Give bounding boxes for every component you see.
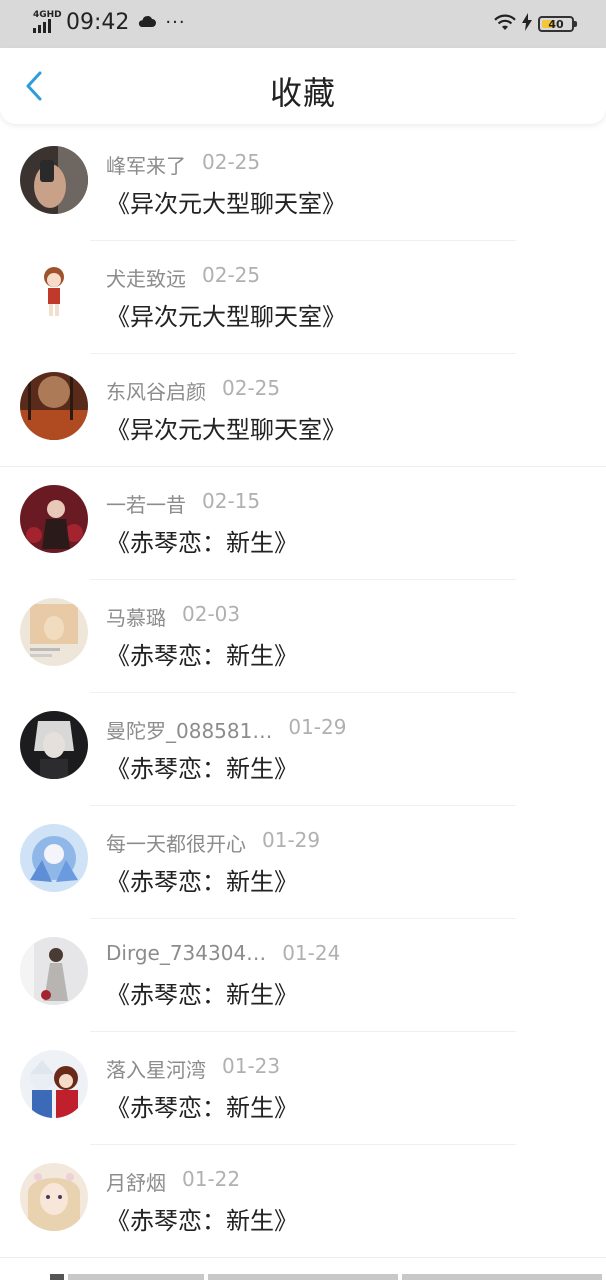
author-name: 一若一昔	[106, 493, 186, 517]
avatar	[20, 1163, 88, 1231]
navigation-bar: 收藏	[0, 48, 606, 124]
avatar	[20, 372, 88, 440]
timestamp: 01-29	[262, 828, 321, 852]
favorites-list: 峰军来了 02-25 《异次元大型聊天室》 犬走致远 02-25 《异次元大型聊天室…	[0, 128, 606, 1258]
divider	[0, 1257, 606, 1258]
author-name: 曼陀罗_088581…	[106, 719, 273, 743]
author-name: 东风谷启颜	[106, 380, 206, 404]
timestamp: 01-22	[182, 1167, 241, 1191]
timestamp: 01-29	[288, 715, 347, 739]
list-item[interactable]: 东风谷启颜 02-25 《异次元大型聊天室》	[0, 354, 606, 467]
author-name: 犬走致远	[106, 267, 186, 291]
favorite-title: 《异次元大型聊天室》	[106, 416, 346, 444]
charging-icon	[522, 13, 532, 35]
timestamp: 02-15	[202, 489, 261, 513]
more-notifications-icon: ···	[165, 11, 186, 33]
author-name: 每一天都很开心	[106, 832, 246, 856]
avatar	[20, 824, 88, 892]
timestamp: 02-03	[182, 602, 241, 626]
timestamp: 02-25	[202, 150, 261, 174]
list-item[interactable]: Dirge_734304… 01-24 《赤琴恋：新生》	[0, 919, 606, 1032]
avatar	[20, 711, 88, 779]
battery-icon: 40	[538, 16, 577, 32]
avatar	[20, 937, 88, 1005]
battery-level: 40	[548, 17, 564, 31]
avatar	[20, 146, 88, 214]
cellular-signal-icon: 4GHD	[32, 10, 62, 35]
timestamp: 02-25	[202, 263, 261, 287]
status-bar: 4GHD 09:42 ··· 40	[0, 0, 606, 48]
favorite-title: 《异次元大型聊天室》	[106, 190, 346, 218]
favorite-title: 《赤琴恋：新生》	[106, 868, 298, 896]
list-item[interactable]: 峰军来了 02-25 《异次元大型聊天室》	[0, 128, 606, 241]
favorite-title: 《赤琴恋：新生》	[106, 755, 298, 783]
timestamp: 01-23	[222, 1054, 281, 1078]
author-name: 峰军来了	[106, 154, 186, 178]
avatar	[20, 1050, 88, 1118]
list-item[interactable]: 犬走致远 02-25 《异次元大型聊天室》	[0, 241, 606, 354]
timestamp: 01-24	[282, 941, 341, 965]
author-name: 月舒烟	[106, 1171, 166, 1195]
favorite-title: 《赤琴恋：新生》	[106, 981, 298, 1009]
author-name: Dirge_734304…	[106, 941, 267, 965]
author-name: 落入星河湾	[106, 1058, 206, 1082]
list-item[interactable]: 每一天都很开心 01-29 《赤琴恋：新生》	[0, 806, 606, 919]
favorite-title: 《赤琴恋：新生》	[106, 1207, 298, 1235]
favorite-title: 《异次元大型聊天室》	[106, 303, 346, 331]
avatar	[20, 598, 88, 666]
list-item[interactable]: 月舒烟 01-22 《赤琴恋：新生》	[0, 1145, 606, 1258]
author-name: 马慕璐	[106, 606, 166, 630]
list-item[interactable]: 落入星河湾 01-23 《赤琴恋：新生》	[0, 1032, 606, 1145]
avatar	[20, 259, 88, 327]
list-item[interactable]: 马慕璐 02-03 《赤琴恋：新生》	[0, 580, 606, 693]
timestamp: 02-25	[222, 376, 281, 400]
favorite-title: 《赤琴恋：新生》	[106, 529, 298, 557]
page-title: 收藏	[269, 74, 336, 112]
list-item[interactable]: 曼陀罗_088581… 01-29 《赤琴恋：新生》	[0, 693, 606, 806]
clock: 09:42	[66, 10, 130, 35]
favorite-title: 《赤琴恋：新生》	[106, 642, 298, 670]
next-item-peek	[50, 1274, 606, 1280]
wifi-icon	[492, 12, 518, 36]
cloud-icon	[137, 13, 157, 33]
list-item[interactable]: 一若一昔 02-15 《赤琴恋：新生》	[0, 467, 606, 580]
favorite-title: 《赤琴恋：新生》	[106, 1094, 298, 1122]
avatar	[20, 485, 88, 553]
